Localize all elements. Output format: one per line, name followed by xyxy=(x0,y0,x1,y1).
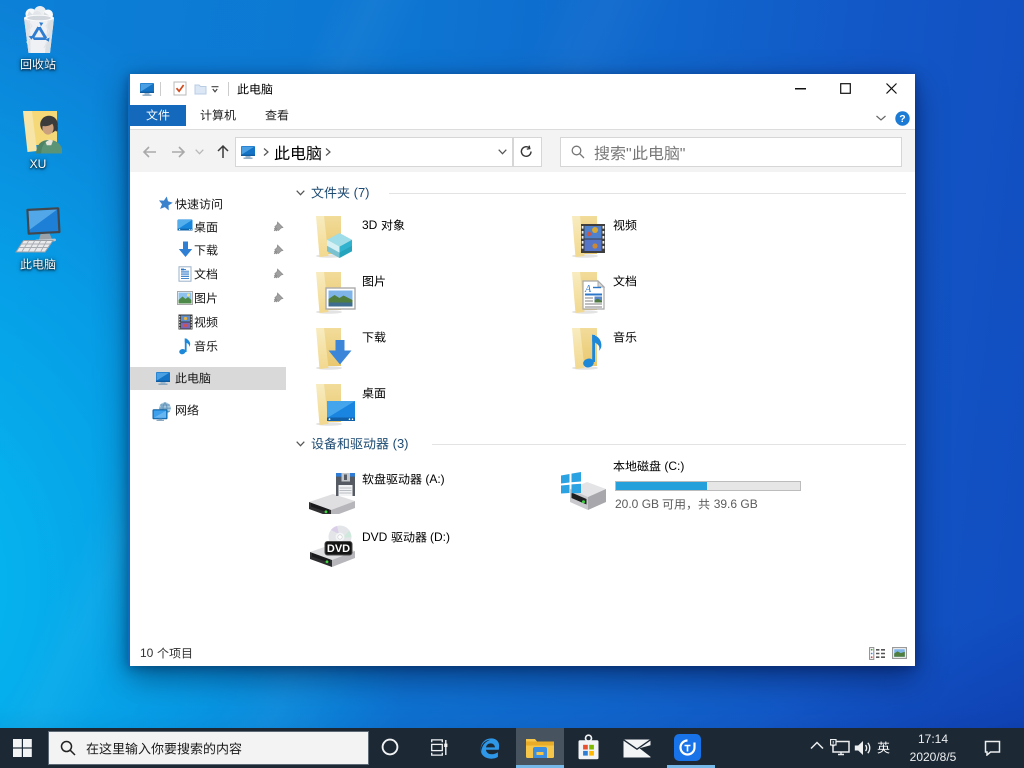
svg-text:?: ? xyxy=(899,113,905,125)
svg-text:DVD: DVD xyxy=(327,543,350,555)
svg-text:A: A xyxy=(584,284,592,295)
